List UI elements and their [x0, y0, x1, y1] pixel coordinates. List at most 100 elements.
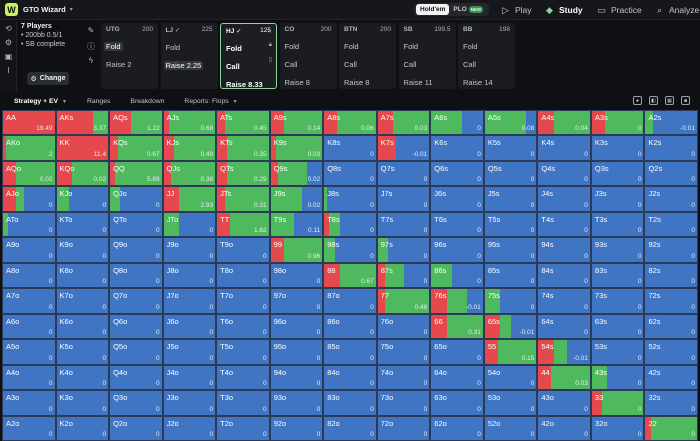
action-option[interactable]: Call [344, 60, 357, 69]
hand-cell-q4o[interactable]: Q4o 0 [109, 364, 163, 391]
hand-cell-jto[interactable]: JTo 0 [162, 211, 217, 238]
hand-cell-jts[interactable]: JTs 0.31 [216, 186, 270, 212]
hand-cell-t6o[interactable]: T6o 0 [216, 313, 270, 340]
hand-cell-33[interactable]: 33 0 [590, 390, 645, 416]
action-option[interactable]: Raise 11 [404, 78, 433, 87]
hand-cell-92o[interactable]: 92o 0 [269, 415, 324, 441]
hand-cell-99[interactable]: 99 0.96 [269, 237, 324, 263]
hand-cell-54s[interactable]: 54s -0.01 [537, 339, 591, 365]
settings-icon[interactable]: ⚙ [0, 35, 17, 49]
hand-cell-kqo[interactable]: KQo 0.02 [55, 160, 110, 187]
hand-cell-qts[interactable]: QTs 0.29 [216, 160, 270, 187]
refresh-icon[interactable]: ⟲ [0, 21, 17, 35]
hand-cell-93o[interactable]: 93o 0 [269, 390, 324, 416]
hand-cell-q3s[interactable]: Q3s 0 [590, 160, 645, 187]
hand-cell-84o[interactable]: 84o 0 [323, 364, 377, 391]
bolt-icon[interactable]: ϟ [85, 56, 97, 71]
hand-cell-95o[interactable]: 95o 0 [269, 339, 324, 365]
hand-cell-j6o[interactable]: J6o 0 [162, 313, 217, 340]
hand-cell-65o[interactable]: 65o 0 [430, 339, 484, 365]
hand-cell-t6s[interactable]: T6s 0 [430, 211, 484, 238]
hand-cell-93s[interactable]: 93s 0 [590, 237, 645, 263]
hand-cell-72o[interactable]: 72o 0 [376, 415, 431, 441]
hand-cell-jj[interactable]: JJ 2.93 [162, 186, 217, 212]
hand-cell-a7s[interactable]: A7s 0.03 [376, 110, 431, 136]
action-option[interactable]: Call [463, 60, 476, 69]
hand-cell-a7o[interactable]: A7o 0 [2, 288, 56, 314]
tab-holdem[interactable]: Hold'em [416, 4, 450, 15]
hand-cell-q2s[interactable]: Q2s 0 [644, 160, 698, 187]
circle-view-icon[interactable]: ● [633, 96, 642, 105]
hand-cell-87o[interactable]: 87o 0 [323, 288, 377, 314]
hand-cell-j3s[interactable]: J3s 0 [590, 186, 645, 212]
hand-cell-k8s[interactable]: K8s 0 [323, 135, 377, 161]
action-option[interactable]: Fold [104, 42, 123, 51]
hand-cell-83s[interactable]: 83s 0 [590, 262, 645, 289]
hand-cell-a3o[interactable]: A3o 0 [2, 390, 56, 416]
hand-cell-63s[interactable]: 63s 0 [590, 313, 645, 340]
text-cursor-icon[interactable]: I [0, 63, 17, 77]
change-button[interactable]: ⚙ Change [27, 72, 69, 85]
hand-cell-98s[interactable]: 98s 0 [323, 237, 377, 263]
hand-cell-q5s[interactable]: Q5s 0 [483, 160, 538, 187]
hand-cell-j9s[interactable]: J9s 0.02 [269, 186, 324, 212]
hand-cell-32o[interactable]: 32o 0 [590, 415, 645, 441]
hand-cell-k8o[interactable]: K8o 0 [55, 262, 110, 289]
hand-cell-aa[interactable]: AA 19.49 [2, 110, 56, 136]
tab-reports-flops[interactable]: Reports: Flops ▼ [178, 95, 243, 108]
position-card-hj[interactable]: HJ ✓ 125 Fold Call Raise 8.33 ✎ 🔒︎ ▯ [220, 23, 277, 89]
tab-plo[interactable]: PLO NEW [449, 4, 487, 15]
hand-cell-a8o[interactable]: A8o 0 [2, 262, 56, 289]
hand-cell-t7o[interactable]: T7o 0 [216, 288, 270, 314]
action-option[interactable]: Call [226, 62, 240, 71]
hand-cell-j4s[interactable]: J4s 0 [537, 186, 591, 212]
hand-cell-ako[interactable]: AKo 2 [2, 135, 56, 161]
nav-play[interactable]: ▷ Play [500, 3, 532, 17]
hand-cell-t4s[interactable]: T4s 0 [537, 211, 591, 238]
hand-cell-a9s[interactable]: A9s 0.14 [269, 110, 324, 136]
hand-cell-k5s[interactable]: K5s 0 [483, 135, 538, 161]
hand-cell-k7s[interactable]: K7s -0.01 [376, 135, 431, 161]
hand-cell-t2s[interactable]: T2s 0 [644, 211, 698, 238]
hand-cell-86s[interactable]: 86s 0 [430, 262, 484, 289]
hand-cell-a8s[interactable]: A8s 0.06 [323, 110, 377, 136]
hand-cell-22[interactable]: 22 0 [644, 415, 698, 441]
hand-cell-83o[interactable]: 83o 0 [323, 390, 377, 416]
hand-cell-97s[interactable]: 97s 0 [376, 237, 431, 263]
hand-cell-87s[interactable]: 87s 0 [376, 262, 431, 289]
lock-icon[interactable]: 🔒︎ [269, 42, 272, 49]
half-view-icon[interactable]: ◧ [649, 96, 658, 105]
action-option[interactable]: Fold [344, 42, 359, 51]
hand-cell-ajs[interactable]: AJs 0.68 [162, 110, 217, 136]
hand-cell-a2o[interactable]: A2o 0 [2, 415, 56, 441]
hand-cell-44[interactable]: 44 0.03 [537, 364, 591, 391]
hand-cell-kk[interactable]: KK 11.4 [55, 135, 110, 161]
hand-cell-96s[interactable]: 96s 0 [430, 237, 484, 263]
hand-cell-q6s[interactable]: Q6s 0 [430, 160, 484, 187]
app-title[interactable]: GTO Wizard [23, 5, 66, 14]
hand-cell-73s[interactable]: 73s 0 [590, 288, 645, 314]
action-option[interactable]: Fold [404, 42, 419, 51]
hand-cell-q3o[interactable]: Q3o 0 [109, 390, 163, 416]
hand-cell-qto[interactable]: QTo 0 [109, 211, 163, 238]
grid-view-icon[interactable]: ▦ [665, 96, 674, 105]
hand-cell-j8o[interactable]: J8o 0 [162, 262, 217, 289]
action-option[interactable]: Raise 2.25 [163, 61, 204, 70]
hand-cell-64o[interactable]: 64o 0 [430, 364, 484, 391]
save-icon[interactable]: ▣ [0, 49, 17, 63]
hand-cell-j5s[interactable]: J5s 0 [483, 186, 538, 212]
hand-cell-98o[interactable]: 98o 0 [269, 262, 324, 289]
action-option[interactable]: Raise 8 [344, 78, 369, 87]
info-icon[interactable]: ⓘ [85, 41, 97, 56]
hand-cell-75s[interactable]: 75s 0 [483, 288, 538, 314]
hand-cell-k3s[interactable]: K3s 0 [590, 135, 645, 161]
hand-cell-53s[interactable]: 53s 0 [590, 339, 645, 365]
hand-cell-qq[interactable]: QQ 5.69 [109, 160, 163, 187]
edit-icon[interactable]: ✎ [85, 26, 97, 41]
action-option[interactable]: Raise 8.33 [226, 80, 263, 89]
hand-cell-ato[interactable]: ATo 0 [2, 211, 56, 238]
hand-cell-tt[interactable]: TT 1.62 [216, 211, 270, 238]
book-icon[interactable]: ▯ [269, 56, 272, 63]
hand-cell-88[interactable]: 88 0.67 [323, 262, 377, 289]
action-option[interactable]: Call [404, 60, 417, 69]
